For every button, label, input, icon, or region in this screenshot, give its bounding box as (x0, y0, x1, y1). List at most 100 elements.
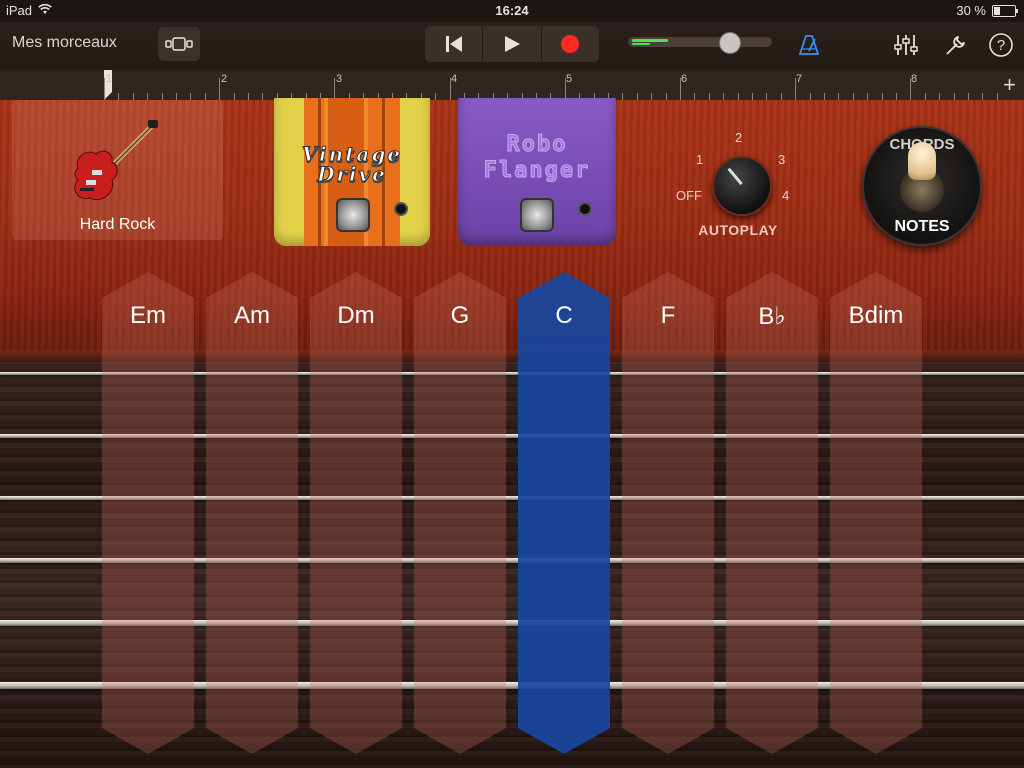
transport-controls (425, 26, 599, 62)
chord-label: Am (234, 302, 270, 329)
chord-strip-7[interactable]: B♭ (726, 272, 818, 754)
ruler-tick (622, 93, 624, 100)
rewind-button[interactable] (425, 26, 484, 62)
battery-icon (992, 4, 1018, 17)
ruler-tick (564, 78, 566, 100)
ruler-tick (449, 78, 451, 100)
ruler-tick (190, 93, 192, 100)
timeline-ruler[interactable]: + 1 2 3 4 5 6 7 8 (0, 70, 1024, 101)
autoplay-off-label: OFF (676, 188, 702, 203)
ruler-tick (881, 93, 883, 100)
ruler-tick (118, 93, 120, 100)
vintage-drive-pedal[interactable]: Vintage Drive (274, 98, 430, 246)
ruler-mark: 8 (911, 73, 918, 85)
ruler-tick (795, 78, 797, 100)
ruler-tick (968, 93, 969, 100)
ruler-tick (809, 93, 811, 100)
toggle-lever-icon (908, 142, 936, 180)
clock: 16:24 (495, 3, 529, 18)
chord-strip-8[interactable]: Bdim (830, 272, 922, 754)
chords-notes-switch[interactable]: CHORDS NOTES (862, 126, 982, 246)
chord-label: F (660, 302, 676, 329)
mixer-button[interactable] (891, 30, 921, 60)
my-songs-button[interactable]: Mes morceaux (12, 34, 117, 52)
view-toggle-button[interactable] (158, 27, 200, 61)
battery-percent: 30 % (956, 3, 986, 18)
autoplay-label: AUTOPLAY (698, 222, 778, 238)
ruler-tick (852, 93, 854, 100)
play-icon (504, 36, 520, 52)
record-button[interactable] (542, 26, 599, 62)
chord-strip-1[interactable]: Em (102, 272, 194, 754)
volume-knob[interactable] (718, 32, 741, 54)
ruler-mark: 1 (106, 73, 113, 85)
ruler-tick (708, 93, 710, 100)
ruler-tick (435, 93, 437, 100)
chord-strip-4[interactable]: G (414, 272, 506, 754)
ruler-mark: 6 (681, 73, 688, 85)
ruler-tick (867, 93, 869, 100)
volume-slider[interactable] (628, 32, 772, 54)
autoplay-knob[interactable] (712, 156, 772, 216)
ruler-tick (248, 93, 249, 100)
metronome-button[interactable] (796, 32, 822, 58)
chord-strip-6[interactable]: F (622, 272, 714, 754)
level-meter-right (632, 43, 650, 45)
wrench-icon (946, 36, 965, 55)
chord-label: C (555, 302, 573, 329)
chord-strip-3[interactable]: Dm (310, 272, 402, 754)
ruler-tick (104, 78, 105, 100)
instrument-selector[interactable]: Hard Rock (12, 100, 223, 240)
ruler-tick (723, 93, 725, 100)
ruler-tick (838, 93, 840, 100)
robo-flanger-pedal[interactable]: Robo Flanger (458, 98, 616, 246)
help-button[interactable]: ? (986, 30, 1016, 60)
ruler-tick (636, 93, 638, 100)
ruler-tick (824, 93, 825, 100)
chord-strip-2[interactable]: Am (206, 272, 298, 754)
chord-label: G (450, 302, 470, 329)
ruler-tick (334, 78, 336, 100)
chord-strip-5[interactable]: C (518, 272, 610, 754)
settings-button[interactable] (941, 30, 971, 60)
notes-label: NOTES (894, 218, 950, 235)
add-section-button[interactable]: + (1003, 72, 1016, 98)
ruler-tick (924, 93, 926, 100)
ruler-tick (219, 78, 221, 100)
level-meter (632, 39, 668, 42)
ruler-tick (694, 93, 696, 100)
robo-flanger-led (578, 202, 592, 216)
ruler-tick (262, 93, 264, 100)
ruler-tick (766, 93, 768, 100)
autoplay-pos-3: 3 (778, 152, 786, 167)
rewind-icon (445, 36, 462, 52)
vintage-drive-footswitch[interactable] (336, 198, 370, 232)
knob-pointer (727, 167, 743, 185)
autoplay-control: OFF 1 2 3 4 AUTOPLAY (672, 124, 804, 244)
record-icon (561, 35, 580, 53)
ruler-tick (752, 93, 753, 100)
ruler-mark: 3 (336, 73, 343, 85)
vintage-drive-led (394, 202, 408, 216)
robo-flanger-footswitch[interactable] (520, 198, 554, 232)
chord-label: Em (130, 302, 166, 329)
ruler-tick (680, 78, 681, 100)
ruler-tick (233, 93, 235, 100)
play-button[interactable] (483, 26, 542, 62)
robo-flanger-label: Robo Flanger (483, 132, 591, 184)
autoplay-pos-2: 2 (735, 130, 743, 145)
ruler-tick (176, 93, 177, 100)
instrument-name: Hard Rock (79, 216, 156, 233)
vintage-drive-label: Vintage Drive (301, 142, 403, 186)
toolbar: Mes morceaux ? (0, 22, 1024, 70)
ruler-tick (953, 93, 955, 100)
ruler-tick (651, 93, 653, 100)
ruler-mark: 5 (566, 73, 573, 85)
ruler-tick (147, 93, 149, 100)
ruler-tick (161, 93, 163, 100)
chord-label: Bdim (848, 302, 904, 329)
chord-label: Dm (337, 302, 375, 329)
tracks-view-icon (165, 37, 193, 51)
ruler-tick (982, 93, 984, 100)
ruler-tick (204, 93, 206, 100)
